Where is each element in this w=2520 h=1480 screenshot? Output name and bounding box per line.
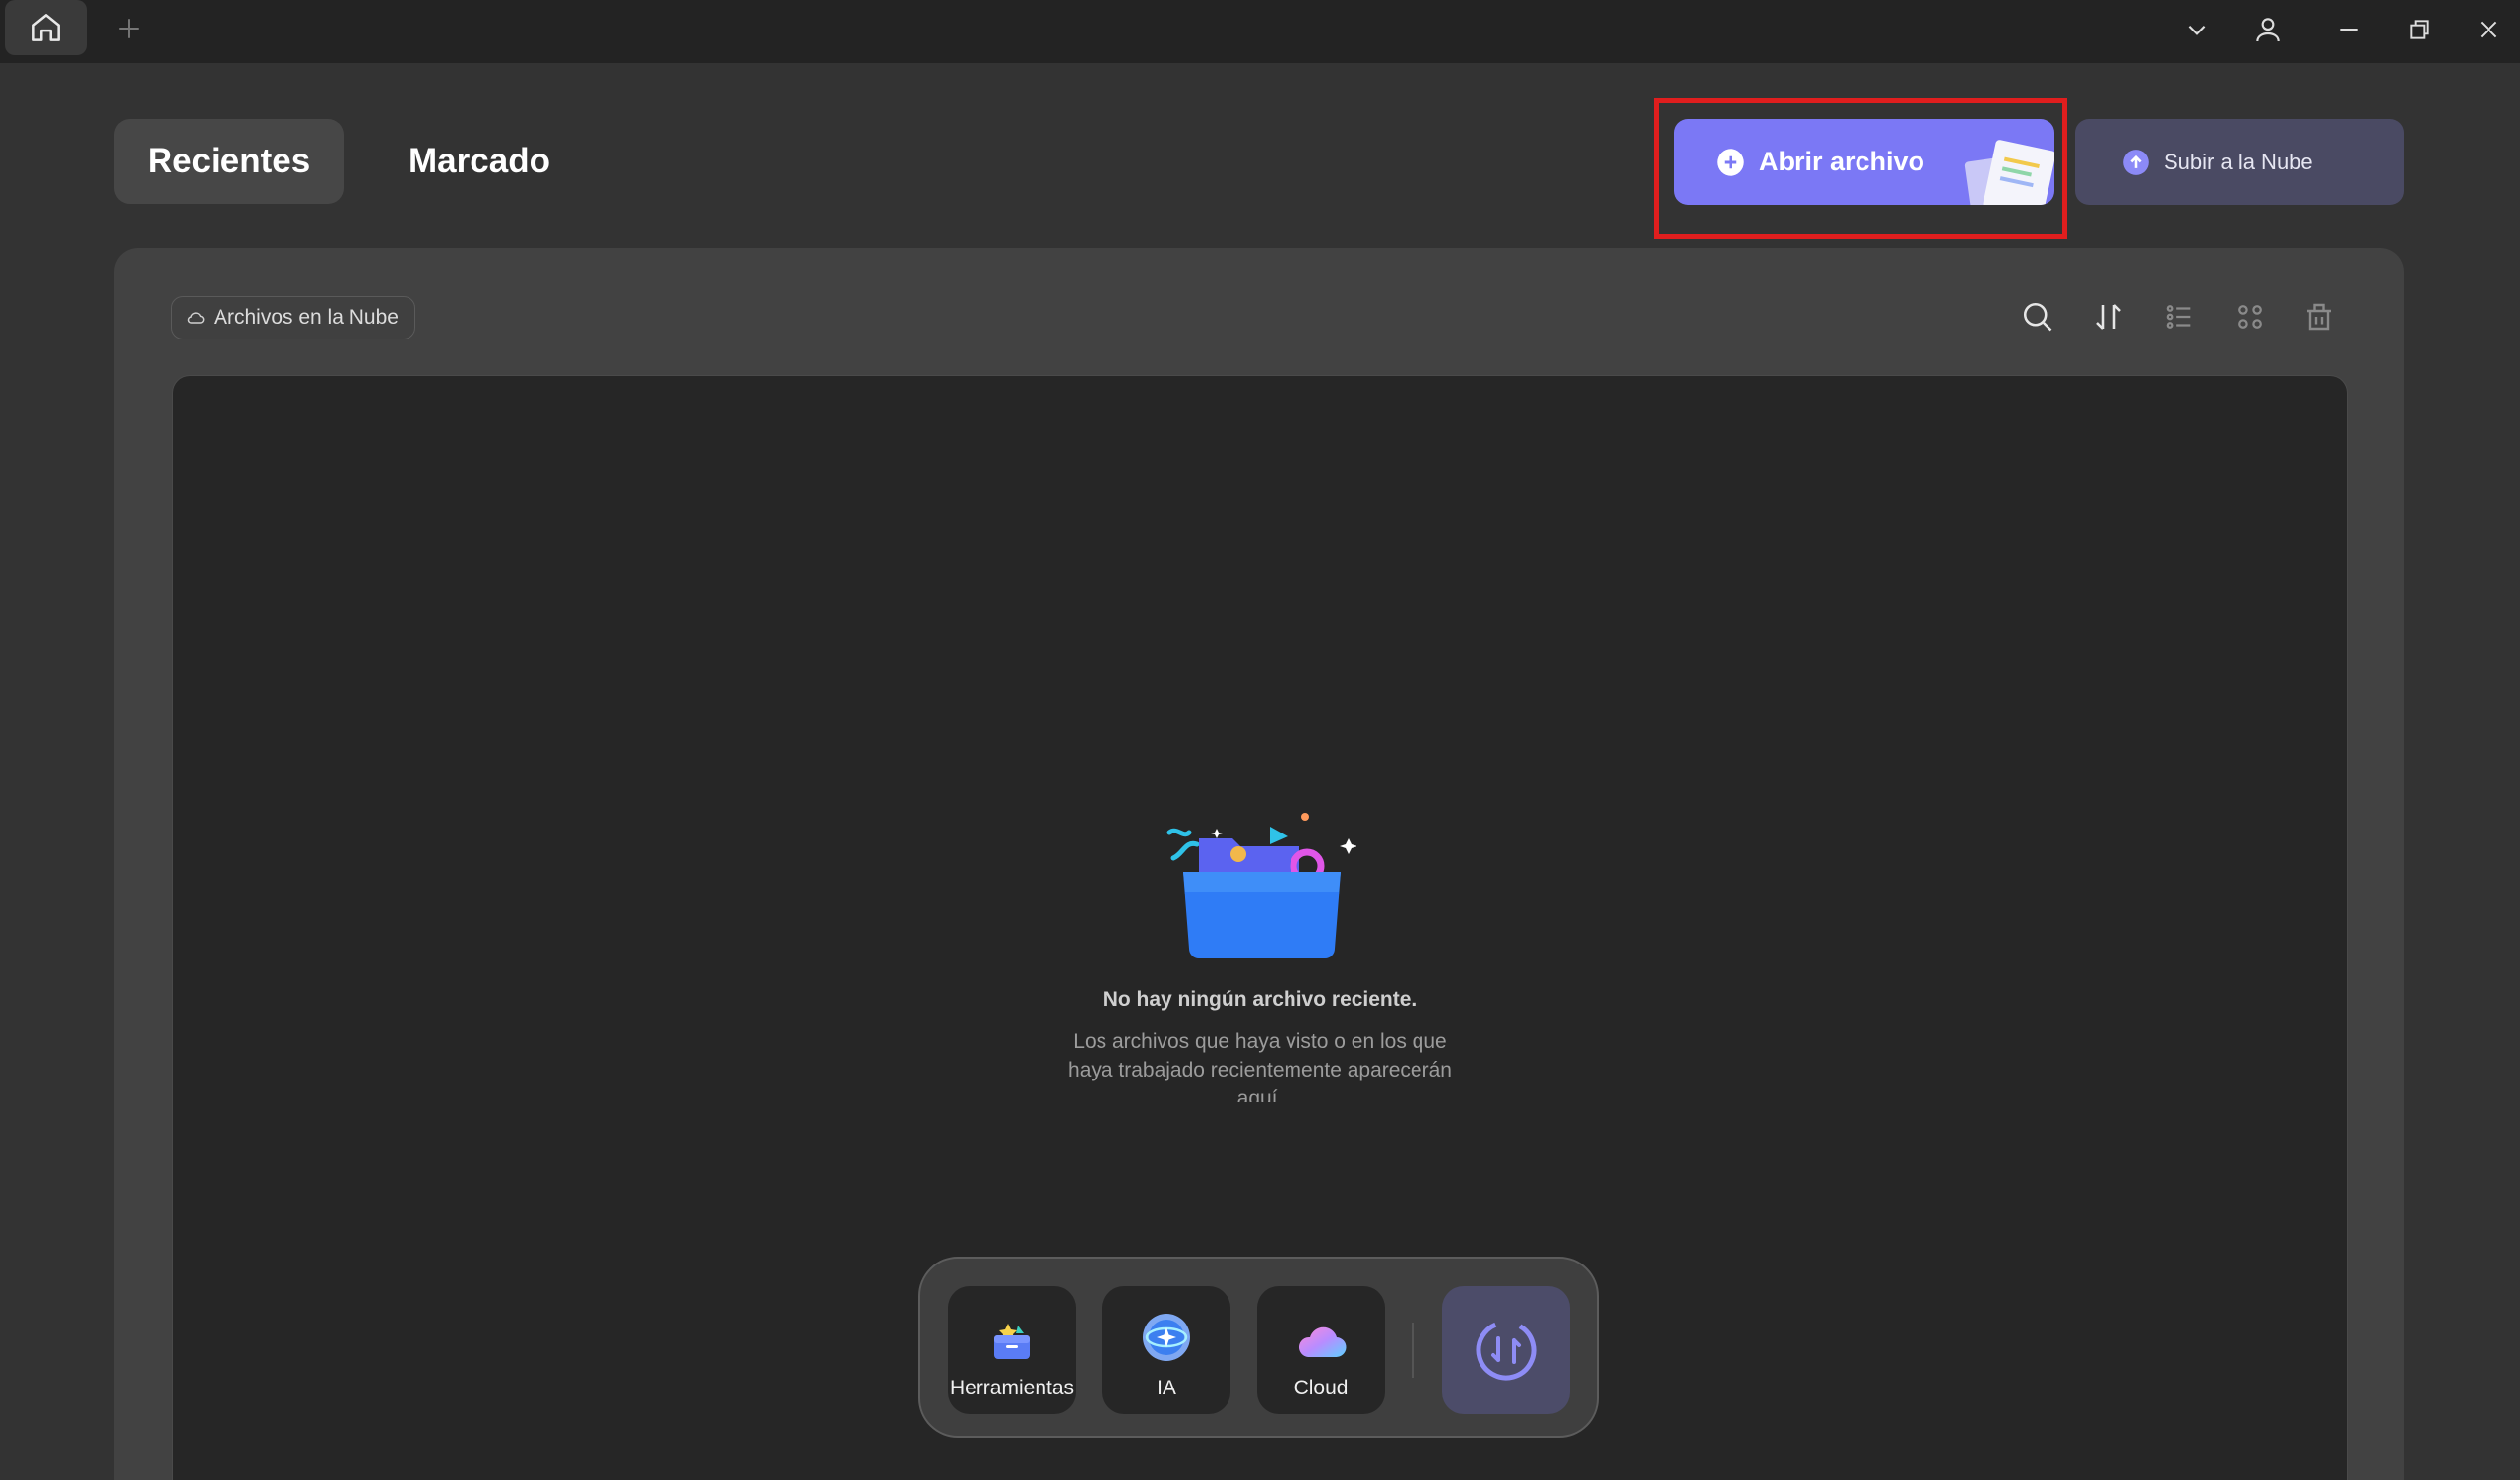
cloud-outline-icon [187, 312, 205, 324]
dock-sync-button[interactable] [1442, 1286, 1570, 1414]
highlight-box [1654, 98, 2067, 239]
cloud-files-chip[interactable]: Archivos en la Nube [171, 296, 415, 339]
upload-cloud-button[interactable]: Subir a la Nube [2075, 119, 2404, 205]
dock-ia-label: IA [1157, 1377, 1176, 1399]
tab-recientes[interactable]: Recientes [114, 119, 344, 204]
cloud-files-label: Archivos en la Nube [214, 306, 399, 329]
empty-state-description: Los archivos que haya visto o en los que… [1068, 1030, 1452, 1102]
upload-cloud-label: Subir a la Nube [2164, 149, 2313, 174]
toolbox-icon [994, 1324, 1030, 1359]
delete-icon [2307, 303, 2331, 331]
dock-cloud-button[interactable]: Cloud [1257, 1286, 1385, 1414]
dropdown-button[interactable] [2177, 10, 2217, 49]
search-button[interactable] [2016, 295, 2059, 339]
home-icon [32, 14, 60, 41]
upload-icon [2123, 149, 2149, 175]
minimize-icon [2340, 29, 2358, 31]
restore-icon [2410, 20, 2429, 39]
restore-button[interactable] [2400, 10, 2439, 49]
close-icon [2480, 21, 2497, 38]
delete-button[interactable] [2298, 295, 2341, 339]
minimize-button[interactable] [2329, 10, 2368, 49]
dock-divider [1412, 1323, 1414, 1378]
grid-view-icon [2238, 305, 2262, 329]
account-button[interactable] [2246, 8, 2290, 51]
list-view-button[interactable] [2158, 295, 2201, 339]
close-button[interactable] [2469, 10, 2508, 49]
tab-marcado[interactable]: Marcado [374, 119, 585, 204]
ai-icon [1143, 1314, 1190, 1361]
sort-button[interactable] [2087, 295, 2130, 339]
search-icon [2023, 302, 2052, 332]
dock-cloud-label: Cloud [1293, 1377, 1349, 1399]
empty-folder-illustration [1166, 813, 1356, 958]
chevron-down-icon [2188, 25, 2206, 35]
list-view-icon [2166, 305, 2191, 329]
sort-icon [2096, 304, 2121, 330]
title-bar [0, 0, 2520, 63]
empty-state-title: No hay ningún archivo reciente. [1102, 988, 1418, 1011]
grid-view-button[interactable] [2229, 295, 2272, 339]
user-icon [2256, 18, 2280, 42]
sync-icon [1476, 1320, 1537, 1381]
home-tab[interactable] [5, 0, 87, 55]
dock-herramientas-label: Herramientas [949, 1377, 1075, 1399]
plus-icon [119, 19, 139, 38]
dock-ia-button[interactable]: IA [1102, 1286, 1230, 1414]
new-tab-button[interactable] [112, 12, 146, 45]
dock-herramientas-button[interactable]: Herramientas [948, 1286, 1076, 1414]
cloud-icon [1298, 1326, 1347, 1358]
